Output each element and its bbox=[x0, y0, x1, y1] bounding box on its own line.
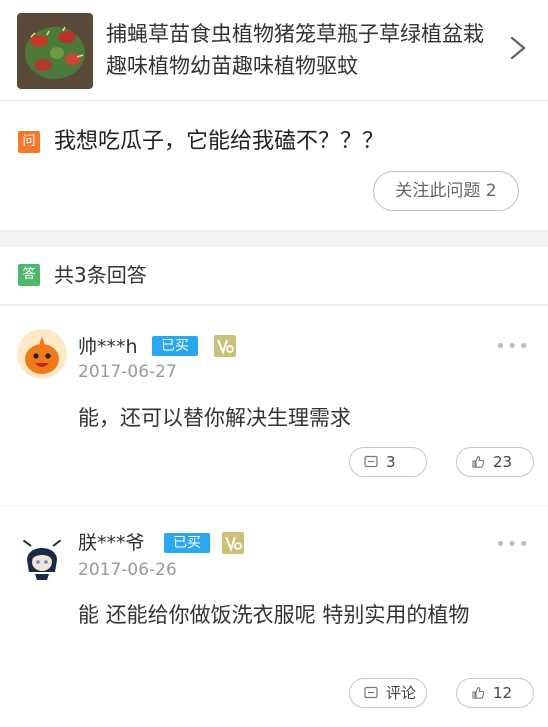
answer-content: 能 还能给你做饭洗衣服呢 特别实用的植物 bbox=[78, 603, 470, 627]
comment-button[interactable]: 3 bbox=[349, 447, 427, 477]
like-button[interactable]: 12 bbox=[456, 678, 534, 708]
more-options-icon[interactable]: ••• bbox=[495, 338, 530, 356]
follow-question-button[interactable]: 关注此问题 2 bbox=[373, 171, 519, 211]
comment-icon bbox=[364, 455, 378, 468]
bought-badge: 已买 bbox=[152, 336, 198, 356]
bought-badge: 已买 bbox=[164, 533, 210, 553]
answer-item: 朕***爷 已买 ••• 2017-06-26 能 还能给你做饭洗衣服呢 特别实… bbox=[0, 506, 548, 727]
avatar[interactable] bbox=[17, 329, 67, 379]
product-thumbnail bbox=[17, 13, 93, 89]
like-count: 12 bbox=[493, 684, 513, 702]
answer-date: 2017-06-26 bbox=[78, 560, 177, 580]
answer-content: 能，还可以替你解决生理需求 bbox=[78, 406, 351, 430]
answer-item: 帅***h 已买 ••• 2017-06-27 能，还可以替你解决生理需求 3 … bbox=[0, 306, 548, 505]
answers-header: 答 共3条回答 bbox=[0, 247, 548, 305]
avatar[interactable] bbox=[17, 532, 67, 582]
comment-icon bbox=[364, 686, 378, 699]
username[interactable]: 朕***爷 bbox=[78, 530, 145, 556]
product-card[interactable]: 捕蝇草苗食虫植物猪笼草瓶子草绿植盆栽趣味植物幼苗趣味植物驱蚊 bbox=[0, 0, 548, 100]
comment-button[interactable]: 评论 bbox=[349, 678, 427, 708]
question-badge: 问 bbox=[18, 131, 40, 153]
thumbs-up-icon bbox=[472, 686, 485, 699]
answer-date: 2017-06-27 bbox=[78, 362, 177, 382]
question-text: 我想吃瓜子，它能给我磕不？？？ bbox=[54, 129, 385, 154]
vip-level-icon bbox=[214, 335, 236, 357]
comment-count: 3 bbox=[386, 453, 396, 471]
question-card: 问 我想吃瓜子，它能给我磕不？？？ 关注此问题 2 bbox=[0, 101, 548, 230]
like-count: 23 bbox=[493, 453, 513, 471]
answer-badge: 答 bbox=[18, 264, 40, 286]
chevron-right-icon[interactable] bbox=[506, 32, 530, 64]
username[interactable]: 帅***h bbox=[78, 334, 138, 360]
thumbs-up-icon bbox=[472, 455, 485, 468]
vip-level-icon bbox=[222, 532, 244, 554]
product-title[interactable]: 捕蝇草苗食虫植物猪笼草瓶子草绿植盆栽趣味植物幼苗趣味植物驱蚊 bbox=[106, 18, 486, 82]
more-options-icon[interactable]: ••• bbox=[495, 536, 530, 554]
answer-count: 共3条回答 bbox=[54, 263, 147, 287]
like-button[interactable]: 23 bbox=[456, 447, 534, 477]
comment-label: 评论 bbox=[386, 684, 417, 702]
